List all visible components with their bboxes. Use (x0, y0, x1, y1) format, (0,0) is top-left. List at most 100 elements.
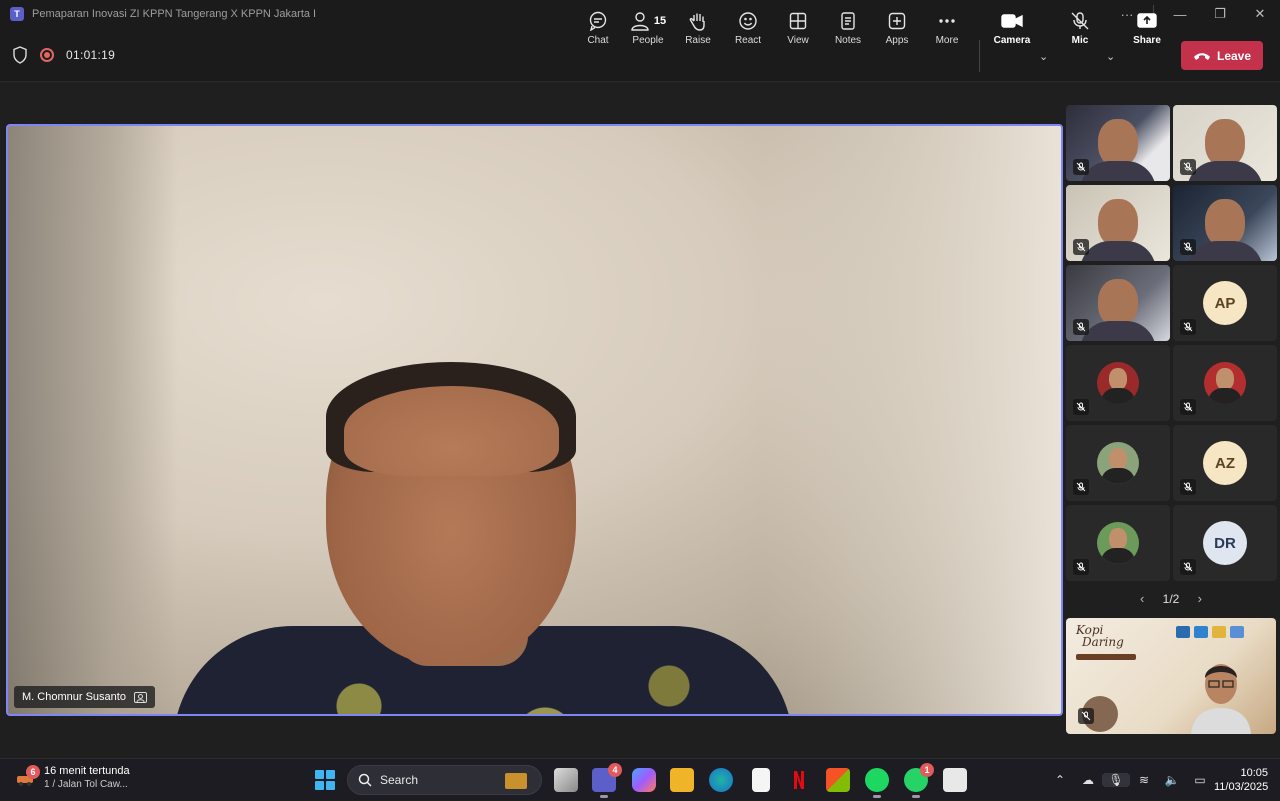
traffic-widget[interactable]: 6 16 menit tertunda 1 / Jalan Tol Caw... (14, 764, 130, 790)
leave-label: Leave (1216, 48, 1252, 63)
battery-icon[interactable]: ▭ (1186, 773, 1214, 787)
people-button[interactable]: 15 People (624, 10, 672, 46)
camera-button[interactable]: Camera (988, 10, 1036, 46)
taskbar-search[interactable]: Search (347, 765, 542, 795)
react-button[interactable]: React (724, 10, 772, 46)
taskbar-clock[interactable]: 10:05 11/03/2025 (1214, 766, 1280, 794)
snipping-tool-icon[interactable] (943, 768, 967, 792)
window-title: Pemaparan Inovasi ZI KPPN Tangerang X KP… (32, 8, 317, 20)
people-icon (631, 12, 649, 31)
participant-tile[interactable]: AP (1173, 265, 1277, 341)
start-button[interactable] (315, 770, 335, 790)
mic-label: Mic (1071, 35, 1089, 46)
main-video-stage[interactable]: M. Chomnur Susanto (6, 124, 1063, 716)
shared-content-tile[interactable]: Kopi Daring (1066, 618, 1276, 734)
participant-tile[interactable] (1066, 345, 1170, 421)
clock-time: 10:05 (1240, 767, 1268, 779)
system-tray: ⌃ ☁ 🎙 ≋ 🔈 ▭ 10:05 11/03/2025 (1046, 759, 1280, 801)
mic-off-icon (1180, 319, 1196, 335)
hang-up-icon (1193, 52, 1210, 60)
shield-icon (13, 46, 27, 64)
participant-tile[interactable] (1173, 105, 1277, 181)
participant-silhouette (1098, 119, 1138, 167)
windows-taskbar: 6 16 menit tertunda 1 / Jalan Tol Caw...… (0, 758, 1280, 800)
participant-silhouette (1098, 199, 1138, 247)
prev-page-icon[interactable]: ‹ (1140, 591, 1144, 606)
show-hidden-icons-chevron-icon[interactable]: ⌃ (1046, 773, 1074, 787)
participant-photo-avatar (1097, 442, 1139, 484)
spotify-icon[interactable] (865, 768, 889, 798)
chat-label: Chat (587, 35, 609, 46)
mic-off-icon (1180, 239, 1196, 255)
cloud-off-icon[interactable]: ☁ (1074, 773, 1102, 787)
smiley-icon (739, 12, 757, 30)
meeting-timer: 01:01:19 (66, 48, 116, 62)
logo-text-line2: Daring (1082, 635, 1124, 649)
participant-tile[interactable] (1066, 185, 1170, 261)
mic-off-icon (1073, 559, 1089, 575)
gallery-pager: ‹ 1/2 › (1140, 591, 1202, 606)
mic-off-icon (1180, 479, 1196, 495)
chat-icon (589, 11, 607, 31)
volume-icon[interactable]: 🔈 (1158, 773, 1186, 787)
leave-button[interactable]: Leave (1181, 41, 1263, 70)
participant-tile[interactable] (1066, 265, 1170, 341)
file-explorer-icon[interactable] (670, 768, 694, 792)
close-icon[interactable]: ✕ (1240, 6, 1280, 22)
participant-initials-avatar: DR (1203, 521, 1247, 565)
participant-tile[interactable] (1066, 505, 1170, 581)
participant-tile[interactable] (1173, 185, 1277, 261)
event-logo: Kopi Daring (1076, 624, 1124, 648)
raise-hand-button[interactable]: Raise (674, 10, 722, 46)
presenter-video (1191, 664, 1251, 734)
speaker-name-tag: M. Chomnur Susanto (14, 686, 155, 708)
document-icon[interactable] (752, 768, 770, 792)
participant-tile[interactable]: AZ (1173, 425, 1277, 501)
view-button[interactable]: View (774, 10, 822, 46)
search-placeholder: Search (380, 773, 419, 787)
search-icon (358, 773, 372, 787)
apps-button[interactable]: Apps (873, 10, 921, 46)
next-page-icon[interactable]: › (1198, 591, 1202, 606)
microsoft-store-icon[interactable] (826, 768, 850, 792)
camera-options-chevron-icon[interactable]: ⌄ (1039, 50, 1048, 63)
participant-photo-avatar (1097, 522, 1139, 564)
participant-initials-avatar: AZ (1203, 441, 1247, 485)
notes-icon (841, 12, 855, 30)
more-button[interactable]: More (923, 10, 971, 46)
mic-options-chevron-icon[interactable]: ⌄ (1106, 50, 1115, 63)
whatsapp-badge: 1 (920, 763, 934, 777)
participant-silhouette (1205, 119, 1245, 167)
share-button[interactable]: Share (1123, 10, 1171, 46)
background-blur (761, 126, 1061, 714)
mic-in-use-icon[interactable]: 🎙 (1102, 773, 1130, 787)
apps-label: Apps (885, 35, 909, 46)
restore-icon[interactable]: ❐ (1200, 6, 1240, 22)
participant-tile[interactable]: DR (1173, 505, 1277, 581)
netflix-icon[interactable] (787, 768, 811, 792)
wifi-icon[interactable]: ≋ (1130, 773, 1158, 787)
mic-button[interactable]: Mic (1056, 10, 1104, 46)
react-label: React (734, 35, 762, 46)
whatsapp-icon[interactable]: 1 (904, 763, 934, 798)
share-label: Share (1133, 35, 1161, 46)
copilot-icon[interactable] (632, 768, 656, 792)
participant-tile[interactable] (1173, 345, 1277, 421)
participant-photo-avatar (1097, 362, 1139, 404)
participant-photo-avatar (1204, 362, 1246, 404)
edge-icon[interactable] (709, 768, 733, 792)
partner-logos (1176, 626, 1244, 638)
task-view-icon[interactable] (554, 768, 578, 792)
participant-tile[interactable] (1066, 425, 1170, 501)
gallery-page: 1/2 (1162, 591, 1180, 606)
teams-taskbar-icon[interactable]: 4 (592, 763, 622, 798)
add-app-icon (888, 12, 906, 30)
chat-button[interactable]: Chat (574, 10, 622, 46)
participant-tile[interactable] (1066, 105, 1170, 181)
grid-view-icon (789, 12, 807, 30)
notes-button[interactable]: Notes (824, 10, 872, 46)
mic-off-icon (1073, 159, 1089, 175)
speaker-name: M. Chomnur Susanto (22, 691, 126, 703)
mic-off-icon (1073, 479, 1089, 495)
background-blur (8, 126, 178, 714)
